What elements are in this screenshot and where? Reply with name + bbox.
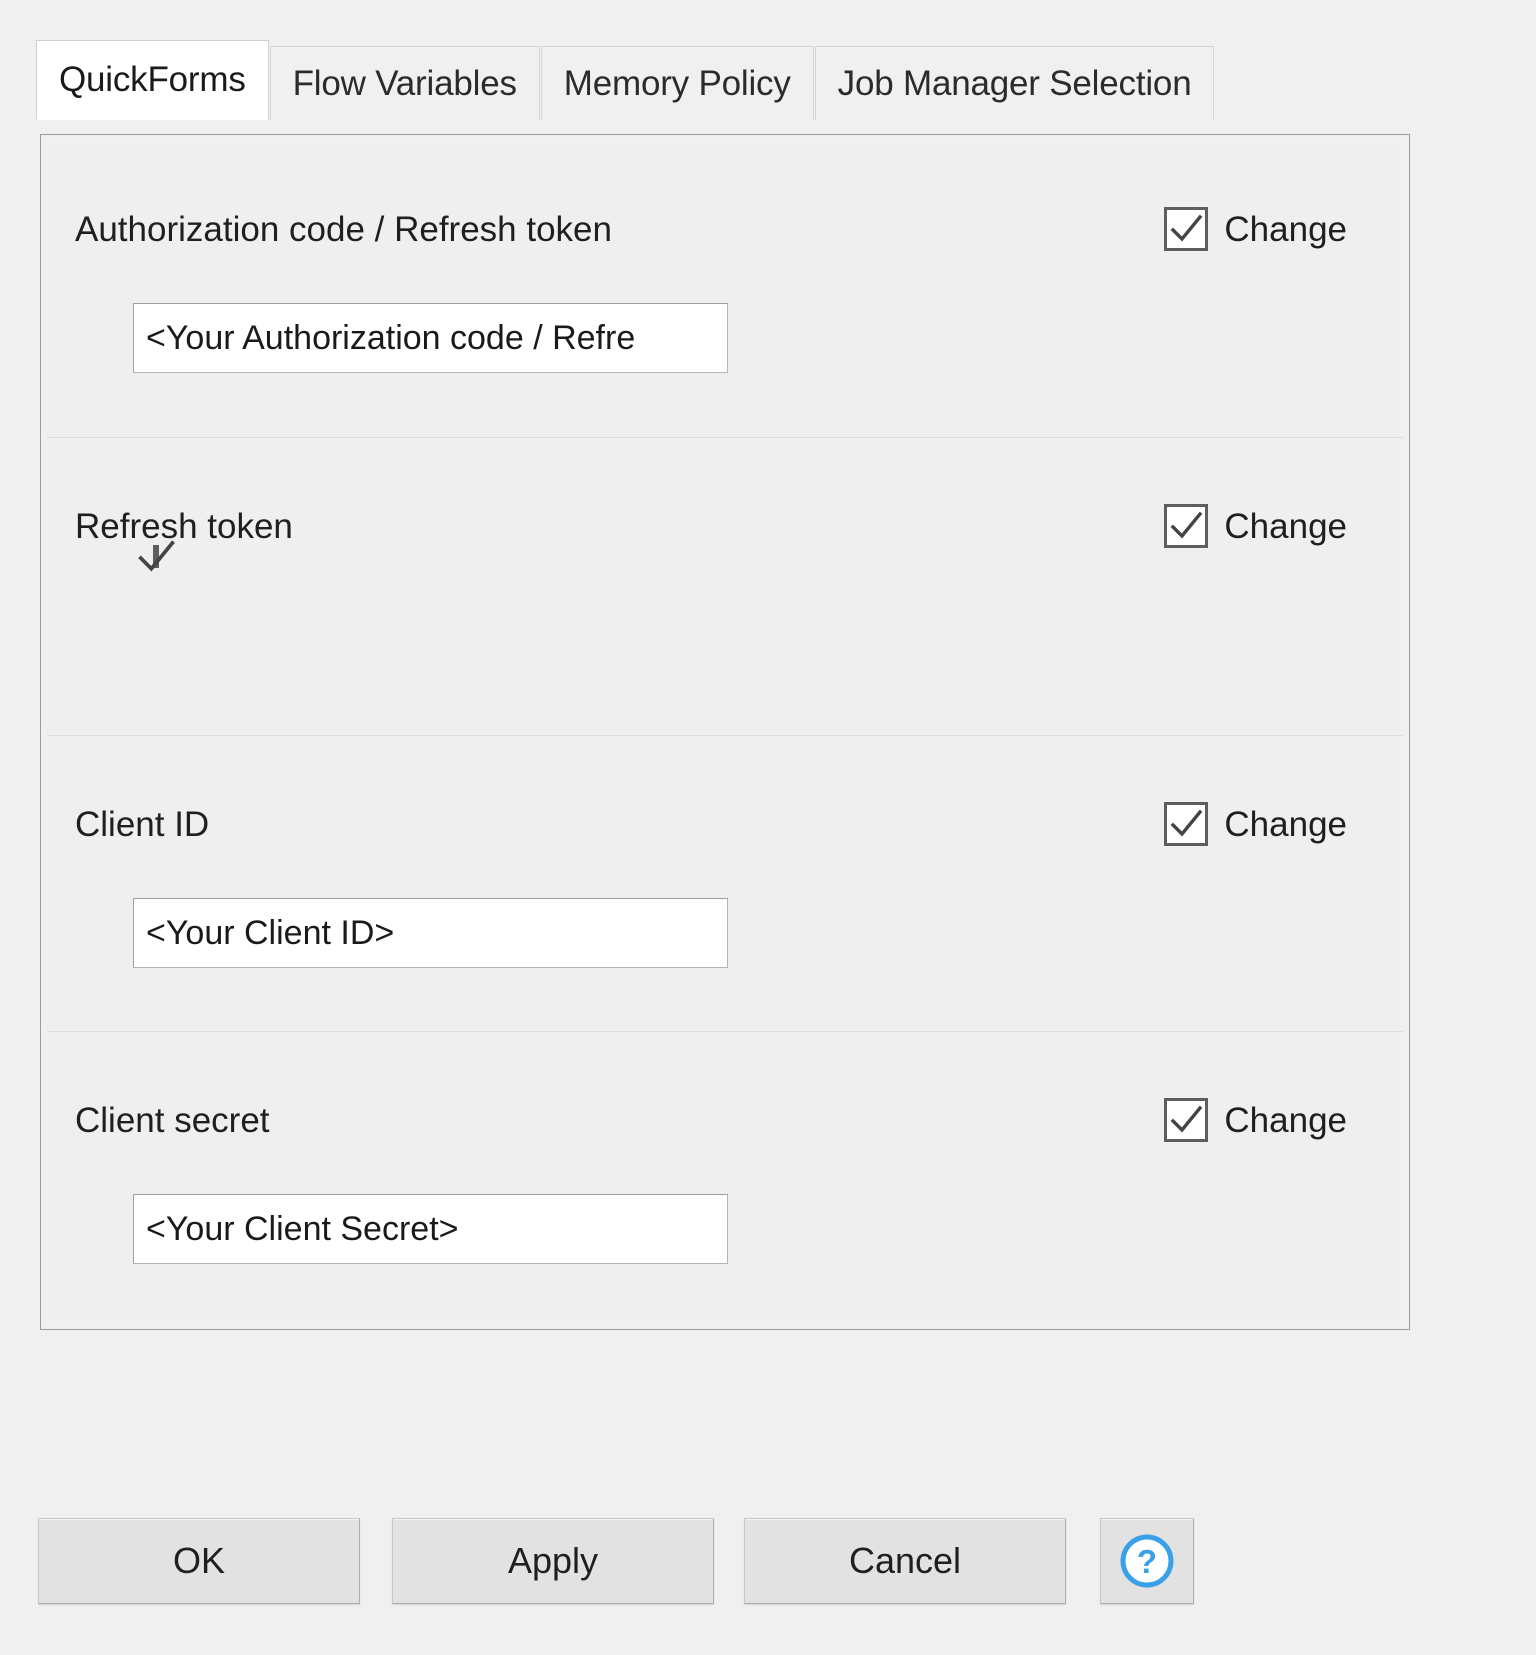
section-refresh-token-header: Refresh token Change [75, 438, 1375, 548]
ok-button-label: OK [172, 1540, 225, 1581]
section-client-id: Client ID Change <Your Client ID> [47, 735, 1403, 1031]
change-label-refresh-token: Change [1224, 506, 1347, 546]
section-authorization-code: Authorization code / Refresh token Chang… [47, 141, 1403, 437]
tab-quickforms[interactable]: QuickForms [36, 40, 269, 120]
section-client-secret: Client secret Change <Your Client Secret… [47, 1031, 1403, 1323]
apply-button[interactable]: Apply [392, 1518, 714, 1604]
svg-text:?: ? [1137, 1543, 1157, 1580]
change-checkbox-authorization-code[interactable] [1164, 207, 1209, 251]
section-authorization-code-label: Authorization code / Refresh token [75, 209, 612, 249]
tab-job-manager-selection-label: Job Manager Selection [837, 63, 1192, 103]
section-client-secret-header: Client secret Change [75, 1032, 1375, 1142]
quickforms-panel-inner: Authorization code / Refresh token Chang… [47, 141, 1403, 1323]
tab-flow-variables[interactable]: Flow Variables [269, 46, 540, 120]
section-client-id-header: Client ID Change [75, 736, 1375, 846]
change-label-client-secret: Change [1224, 1100, 1347, 1140]
change-toggle-authorization-code[interactable]: Change [1164, 207, 1375, 251]
dialog-window: QuickForms Flow Variables Memory Policy … [0, 0, 1536, 1655]
change-checkbox-client-secret[interactable] [1164, 1098, 1209, 1142]
tab-quickforms-label: QuickForms [59, 60, 246, 99]
client-id-input-value: <Your Client ID> [146, 913, 395, 952]
section-client-secret-label: Client secret [75, 1100, 270, 1140]
checkmark-icon [1170, 511, 1203, 539]
refresh-token-checkbox[interactable] [138, 539, 175, 571]
client-secret-input[interactable]: <Your Client Secret> [133, 1194, 728, 1264]
tab-bar: QuickForms Flow Variables Memory Policy … [36, 40, 1276, 120]
tab-memory-policy-label: Memory Policy [563, 63, 791, 103]
tab-memory-policy[interactable]: Memory Policy [540, 46, 814, 120]
tab-job-manager-selection[interactable]: Job Manager Selection [814, 46, 1215, 120]
change-checkbox-refresh-token[interactable] [1164, 504, 1209, 548]
dialog-button-bar: OK Apply Cancel ? [38, 1518, 1194, 1604]
section-authorization-code-header: Authorization code / Refresh token Chang… [75, 141, 1375, 251]
client-id-input[interactable]: <Your Client ID> [133, 898, 728, 968]
help-circle-icon: ? [1120, 1534, 1174, 1588]
change-toggle-refresh-token[interactable]: Change [1164, 504, 1375, 548]
tab-flow-variables-label: Flow Variables [292, 63, 517, 103]
checkmark-icon [138, 539, 175, 571]
apply-button-label: Apply [507, 1540, 599, 1581]
section-client-id-label: Client ID [75, 804, 210, 844]
authorization-code-input[interactable]: <Your Authorization code / Refre [133, 303, 728, 373]
change-toggle-client-secret[interactable]: Change [1164, 1098, 1375, 1142]
change-label-client-id: Change [1224, 804, 1347, 844]
ok-button[interactable]: OK [38, 1518, 360, 1604]
change-checkbox-client-id[interactable] [1164, 802, 1209, 846]
checkmark-icon [1170, 1105, 1203, 1133]
section-refresh-token: Refresh token Change [47, 437, 1403, 735]
change-label-authorization-code: Change [1224, 209, 1347, 249]
authorization-code-input-value: <Your Authorization code / Refre [146, 318, 636, 357]
help-button[interactable]: ? [1100, 1518, 1194, 1604]
cancel-button[interactable]: Cancel [744, 1518, 1066, 1604]
client-secret-input-value: <Your Client Secret> [146, 1209, 459, 1248]
cancel-button-label: Cancel [848, 1540, 962, 1581]
change-toggle-client-id[interactable]: Change [1164, 802, 1375, 846]
checkmark-icon [1170, 809, 1203, 837]
checkmark-icon [1170, 214, 1203, 242]
quickforms-panel: Authorization code / Refresh token Chang… [40, 134, 1410, 1330]
section-refresh-token-label: Refresh token [75, 506, 293, 546]
